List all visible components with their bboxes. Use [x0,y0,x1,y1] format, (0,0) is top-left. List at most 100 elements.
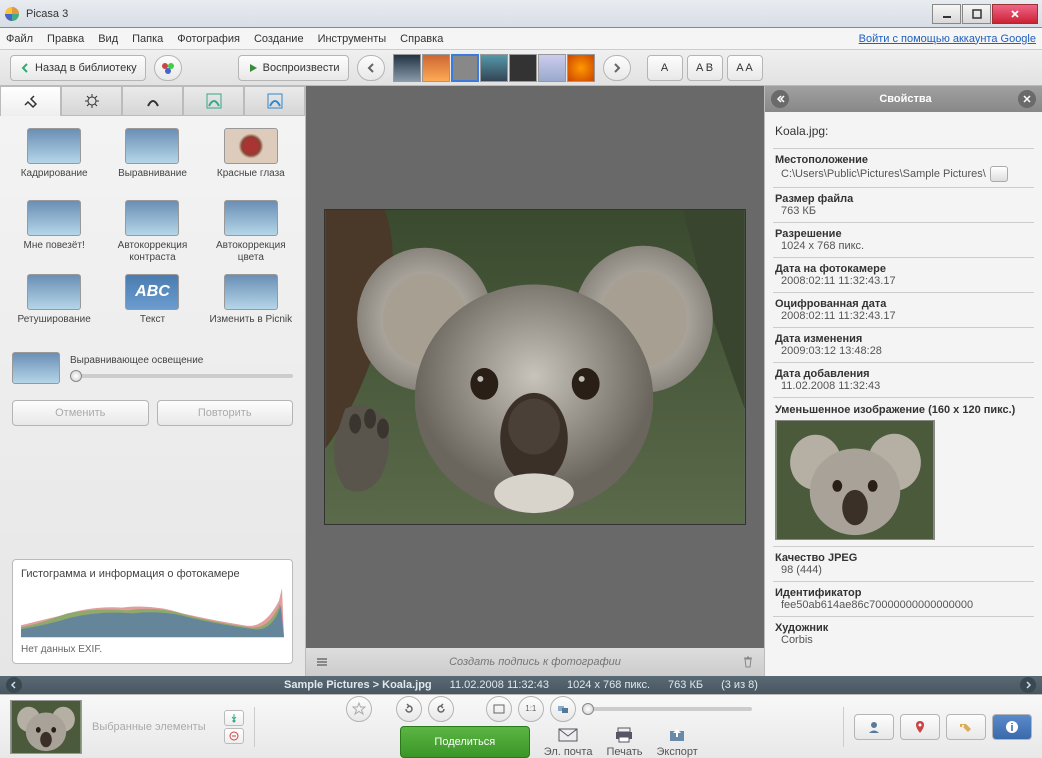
property-value: 2008:02:11 11:32:43.17 [775,310,1032,322]
property-row: ХудожникCorbis [773,616,1034,651]
tool-thumb-8 [224,274,278,310]
property-key: Дата добавления [775,368,1032,380]
property-value: C:\Users\Public\Pictures\Sample Pictures… [781,168,986,180]
export-icon [665,726,689,744]
play-slideshow-button[interactable]: Воспроизвести [238,55,349,81]
tool-thumb-1 [125,128,179,164]
tool-label-3: Мне повезёт! [24,240,85,262]
property-key: Дата на фотокамере [775,263,1032,275]
star-button[interactable] [346,696,372,722]
tool-4[interactable]: Автокоррекция контраста [106,200,198,264]
prev-photo-button[interactable] [357,55,385,81]
tool-1[interactable]: Выравнивание [106,128,198,190]
tool-label-2: Красные глаза [217,168,285,190]
rotate-left-button[interactable] [396,696,422,722]
property-row: Местоположение C:\Users\Public\Pictures\S… [773,148,1034,187]
geotag-button[interactable] [900,714,940,740]
tool-5[interactable]: Автокоррекция цвета [205,200,297,264]
view-aa-button[interactable]: A A [727,55,763,81]
tab-tuning[interactable] [61,86,122,116]
thumb-5[interactable] [509,54,537,82]
menu-item-6[interactable]: Инструменты [318,33,387,45]
tab-effects2[interactable] [183,86,244,116]
export-button[interactable]: Экспорт [657,726,698,758]
menu-item-3[interactable]: Папка [132,33,163,45]
menu-item-0[interactable]: Файл [6,33,33,45]
thumb-4[interactable] [480,54,508,82]
undo-button[interactable]: Отменить [12,400,149,426]
property-key: Качество JPEG [775,552,1032,564]
tab-basic-fixes[interactable] [0,86,61,116]
tool-label-8: Изменить в Picnik [210,314,293,336]
tool-8[interactable]: Изменить в Picnik [205,274,297,336]
close-button[interactable] [992,4,1038,24]
tool-7[interactable]: ABCТекст [106,274,198,336]
tool-thumb-6 [27,274,81,310]
status-position: (3 из 8) [721,679,758,691]
thumb-7[interactable] [567,54,595,82]
main-image[interactable] [324,209,746,525]
fit-button[interactable] [486,696,512,722]
property-value: fee50ab614ae86c70000000000000000 [775,599,1032,611]
view-single-button[interactable]: A [647,55,683,81]
share-button[interactable]: Поделиться [400,726,530,758]
property-row: Оцифрованная дата2008:02:11 11:32:43.17 [773,292,1034,327]
tool-2[interactable]: Красные глаза [205,128,297,190]
print-button[interactable]: Печать [606,726,642,758]
tool-thumb-7: ABC [125,274,179,310]
pin-clear-button[interactable] [224,728,244,744]
email-button[interactable]: Эл. почта [544,726,593,758]
status-next-icon[interactable] [1020,677,1036,693]
tab-effects[interactable] [122,86,183,116]
color-wheel-button[interactable] [154,55,182,81]
menu-item-4[interactable]: Фотография [177,33,240,45]
menu-item-5[interactable]: Создание [254,33,304,45]
edit-panel: КадрированиеВыравнивание Красные глаза Мне… [0,86,306,676]
property-key: Разрешение [775,228,1032,240]
menu-item-1[interactable]: Правка [47,33,84,45]
minimize-button[interactable] [932,4,961,24]
info-button[interactable]: i [992,714,1032,740]
thumb-1[interactable] [393,54,421,82]
open-folder-button[interactable] [990,166,1008,182]
property-value: 2009:03:12 13:48:28 [775,345,1032,357]
zoom-slider[interactable] [582,703,752,715]
zoom-mode-button[interactable] [550,696,576,722]
histogram-chart [21,586,284,638]
thumb-2[interactable] [422,54,450,82]
tool-0[interactable]: Кадрирование [8,128,100,190]
property-value: 1024 x 768 пикс. [775,240,1032,252]
people-tag-button[interactable] [854,714,894,740]
play-label: Воспроизвести [263,62,340,74]
next-photo-button[interactable] [603,55,631,81]
tray-label: Выбранные элементы [92,721,206,733]
maximize-button[interactable] [962,4,991,24]
caption-trash-icon[interactable] [736,651,760,673]
actual-size-button[interactable]: 1:1 [518,696,544,722]
filllight-slider[interactable] [70,370,293,382]
tool-3[interactable]: Мне повезёт! [8,200,100,264]
collapse-properties-icon[interactable] [771,90,789,108]
close-properties-icon[interactable] [1018,90,1036,108]
caption-input[interactable] [385,656,685,668]
menu-item-7[interactable]: Справка [400,33,443,45]
caption-menu-icon[interactable] [310,651,334,673]
rotate-right-button[interactable] [428,696,454,722]
google-login-link[interactable]: Войти с помощью аккаунта Google [859,33,1036,45]
thumb-3-selected[interactable] [451,54,479,82]
view-ab-button[interactable]: A B [687,55,723,81]
property-row: Идентификаторfee50ab614ae86c700000000000… [773,581,1034,616]
tab-effects3[interactable] [244,86,305,116]
property-key: Местоположение [775,154,1032,166]
back-to-library-button[interactable]: Назад в библиотеку [10,55,146,81]
property-value: 98 (444) [775,564,1032,576]
thumbnail-label: Уменьшенное изображение (160 x 120 пикс.… [775,404,1032,416]
pin-hold-button[interactable] [224,710,244,726]
redo-button[interactable]: Повторить [157,400,294,426]
tool-6[interactable]: Ретуширование [8,274,100,336]
status-prev-icon[interactable] [6,677,22,693]
tray-thumbnail[interactable] [10,700,82,754]
thumb-6[interactable] [538,54,566,82]
menu-item-2[interactable]: Вид [98,33,118,45]
tag-button[interactable] [946,714,986,740]
